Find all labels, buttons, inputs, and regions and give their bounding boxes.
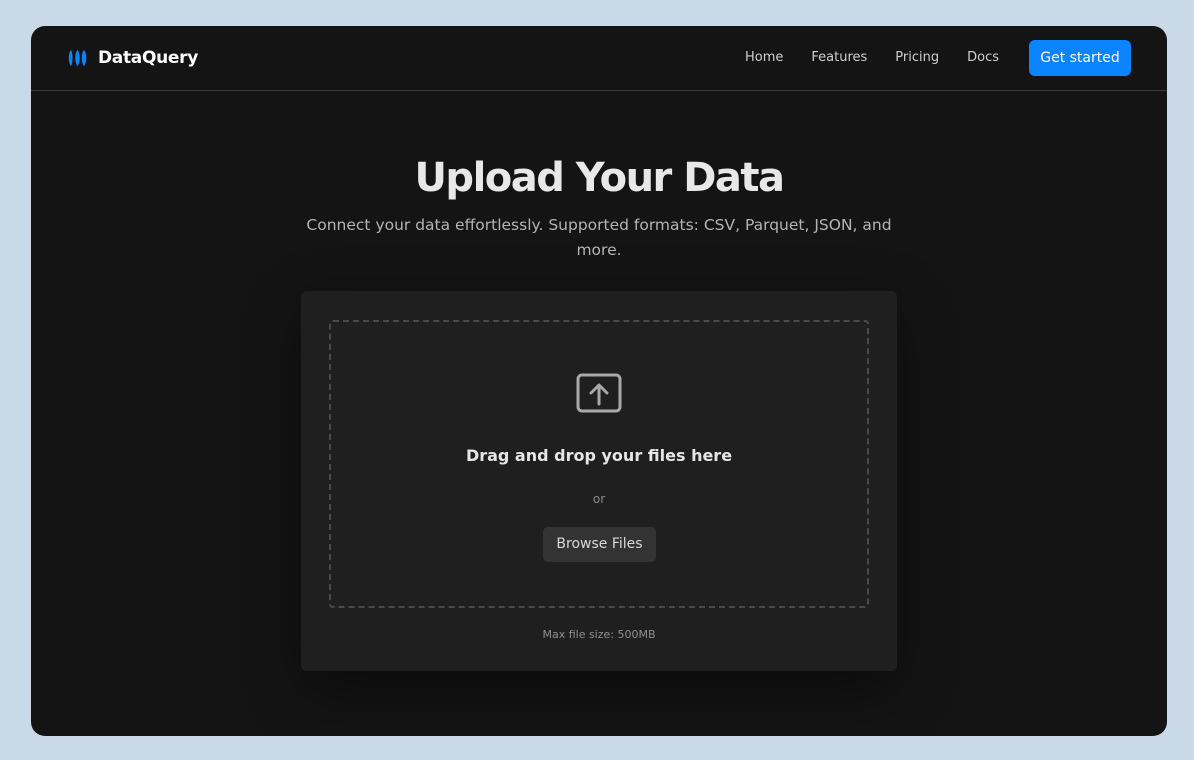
brand-name: DataQuery [98,48,199,68]
get-started-button[interactable]: Get started [1029,40,1131,76]
app-window: DataQuery Home Features Pricing Docs Get… [31,26,1167,736]
nav-link-features[interactable]: Features [811,50,867,66]
waves-logo-icon [68,50,87,66]
page-title: Upload Your Data [414,155,785,201]
file-dropzone[interactable]: Drag and drop your files here or Browse … [329,320,869,608]
upload-card: Drag and drop your files here or Browse … [301,291,897,671]
nav-link-pricing[interactable]: Pricing [895,50,939,66]
page-subtitle: Connect your data effortlessly. Supporte… [306,216,892,259]
top-navbar: DataQuery Home Features Pricing Docs Get… [31,26,1167,91]
nav-links: Home Features Pricing Docs [745,50,1027,66]
max-file-size-note: Max file size: 500MB [542,628,656,641]
browse-files-button[interactable]: Browse Files [543,527,656,562]
upload-arrow-icon [576,373,622,413]
nav-link-home[interactable]: Home [745,50,783,66]
drop-title: Drag and drop your files here [465,446,733,465]
nav-link-docs[interactable]: Docs [967,50,999,66]
or-separator: or [592,492,606,506]
brand[interactable]: DataQuery [68,47,198,69]
